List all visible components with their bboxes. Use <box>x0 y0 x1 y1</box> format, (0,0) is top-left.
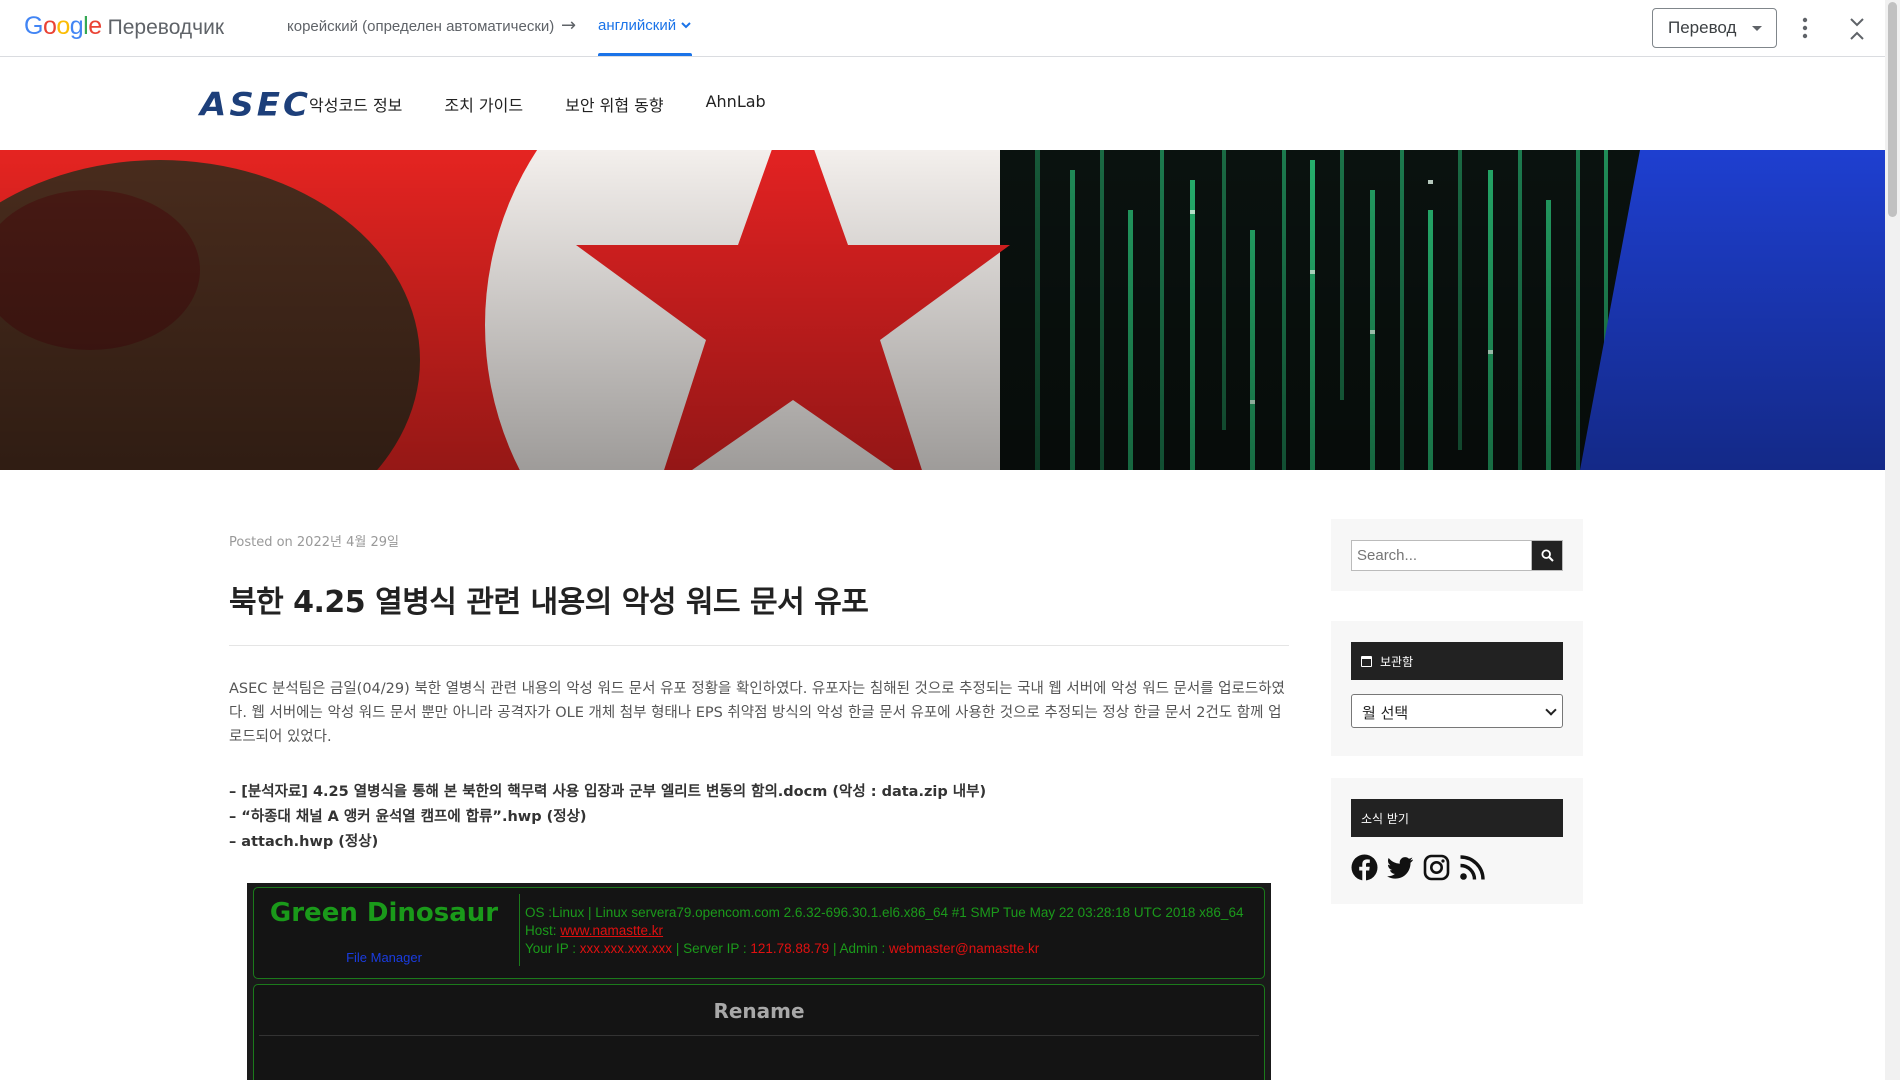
server-ip-value: 121.78.88.79 <box>750 941 830 956</box>
translate-select[interactable]: Перевод <box>1652 8 1777 48</box>
google-logo: Google <box>24 12 102 40</box>
rename-divider <box>259 1035 1259 1036</box>
social-icons <box>1351 854 1486 881</box>
target-language-tab[interactable]: английский <box>598 0 693 57</box>
archive-title: 보관함 <box>1380 654 1414 669</box>
main-nav: 악성코드 정보 조치 가이드 보안 위협 동향 AhnLab <box>309 92 808 116</box>
caret-down-icon <box>1752 26 1762 31</box>
archive-widget: 보관함 월 선택 <box>1331 621 1583 756</box>
host-label: Host: <box>525 923 561 938</box>
arrow-right-icon: → <box>561 15 577 36</box>
search-icon <box>1541 549 1554 562</box>
scrollbar-thumb[interactable] <box>1888 2 1897 217</box>
search-input[interactable] <box>1351 540 1532 571</box>
webshell-divider <box>519 894 520 966</box>
admin-value: webmaster@namastte.kr <box>888 941 1040 956</box>
your-ip-label: Your IP : <box>525 941 580 956</box>
post-intro-paragraph: ASEC 분석팀은 금일(04/29) 북한 열병식 관련 내용의 악성 워드 … <box>229 681 1285 745</box>
facebook-icon[interactable] <box>1351 854 1378 881</box>
more-options-icon[interactable] <box>1795 14 1815 42</box>
collapse-bar-icon[interactable] <box>1846 16 1868 42</box>
rss-icon[interactable] <box>1459 854 1486 881</box>
search-button[interactable] <box>1531 540 1563 571</box>
nav-item-response-guide[interactable]: 조치 가이드 <box>444 92 523 116</box>
search-widget <box>1331 519 1583 591</box>
hero-banner-image <box>0 150 1885 470</box>
translate-bar: Google Переводчик корейский (определен а… <box>0 0 1885 57</box>
post-date: Posted on 2022년 4월 29일 <box>229 535 399 550</box>
google-translate-logo[interactable]: Google Переводчик <box>24 12 224 41</box>
social-title: 소식 받기 <box>1361 811 1409 826</box>
webshell-screenshot: Green Dinosaur File Manager OS :Linux | … <box>247 883 1271 1080</box>
list-item: – [분석자료] 4.25 열병식을 통해 본 북한의 핵무력 사용 입장과 군… <box>229 784 987 800</box>
host-link: www.namastte.kr <box>560 923 664 938</box>
calendar-icon <box>1361 655 1372 667</box>
site-header: ASEC 악성코드 정보 조치 가이드 보안 위협 동향 AhnLab <box>0 57 1885 150</box>
social-widget: 소식 받기 <box>1331 778 1583 904</box>
target-language-label: английский <box>598 17 677 34</box>
admin-label: | Admin : <box>829 941 889 956</box>
webshell-brand: Green Dinosaur <box>269 898 499 928</box>
server-ip-label: | Server IP : <box>672 941 751 956</box>
webshell-server-info: OS :Linux | Linux servera79.opencom.com … <box>525 904 1243 958</box>
active-tab-indicator <box>598 53 693 56</box>
post-title: 북한 4.25 열병식 관련 내용의 악성 워드 문서 유포 <box>229 585 869 620</box>
rename-heading: Rename <box>713 999 805 1023</box>
nav-item-threat-trends[interactable]: 보안 위협 동향 <box>565 92 664 116</box>
month-select[interactable]: 월 선택 <box>1351 694 1563 728</box>
asec-logo[interactable]: ASEC <box>200 86 311 124</box>
instagram-icon[interactable] <box>1423 854 1450 881</box>
page-scrollbar[interactable] <box>1885 0 1900 1080</box>
social-heading: 소식 받기 <box>1351 799 1563 837</box>
title-divider <box>229 645 1289 646</box>
month-select-value: 월 선택 <box>1362 704 1409 722</box>
webshell-header: Green Dinosaur File Manager OS :Linux | … <box>253 887 1265 979</box>
translate-brand: Переводчик <box>107 16 225 39</box>
archive-heading: 보관함 <box>1351 642 1563 680</box>
list-item: – “하종대 채널 A 앵커 윤석열 캠프에 합류”.hwp (정상) <box>229 809 587 825</box>
twitter-icon[interactable] <box>1387 854 1414 881</box>
webshell-rename-panel: Rename <box>253 984 1265 1080</box>
source-language-tab[interactable]: корейский (определен автоматически) <box>287 18 554 35</box>
list-item: – attach.hwp (정상) <box>229 834 379 850</box>
os-line: OS :Linux | Linux servera79.opencom.com … <box>525 905 1244 920</box>
translate-select-label: Перевод <box>1668 18 1737 37</box>
nav-item-ahnlab[interactable]: AhnLab <box>706 92 766 116</box>
file-manager-label: File Manager <box>346 950 422 965</box>
nav-item-malware-info[interactable]: 악성코드 정보 <box>309 92 402 116</box>
chevron-down-icon <box>681 22 691 29</box>
host-line: Host: www.namastte.kr <box>525 922 1243 940</box>
your-ip-value: xxx.xxx.xxx.xxx <box>579 941 673 956</box>
chevron-down-icon <box>1545 704 1557 716</box>
ip-line: Your IP : xxx.xxx.xxx.xxx | Server IP : … <box>525 940 1243 958</box>
file-list: – [분석자료] 4.25 열병식을 통해 본 북한의 핵무력 사용 입장과 군… <box>229 780 1289 855</box>
